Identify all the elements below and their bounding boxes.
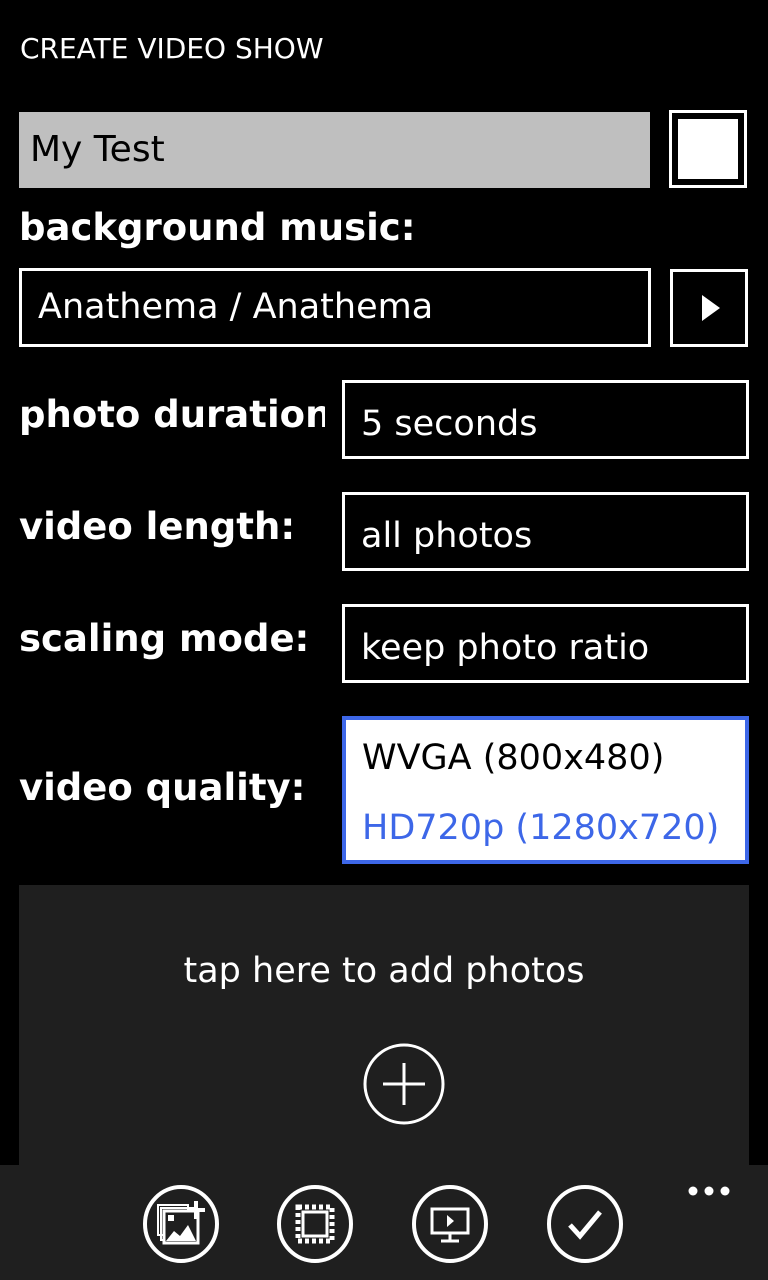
more-menu-button[interactable] (686, 1183, 736, 1197)
save-button[interactable] (546, 1185, 624, 1263)
app-bar (0, 1165, 768, 1280)
video-length-field[interactable]: all photos (342, 492, 749, 571)
preview-button[interactable] (411, 1185, 489, 1263)
scaling-mode-label: scaling mode: (19, 617, 310, 660)
frame-icon (277, 1185, 353, 1263)
check-icon (547, 1185, 623, 1263)
photo-duration-label: photo duration: (19, 393, 325, 436)
ellipsis-icon (688, 1186, 730, 1196)
background-music-label: background music: (19, 206, 416, 249)
preview-monitor-icon (412, 1185, 488, 1263)
add-circle-icon[interactable] (362, 1042, 446, 1126)
add-photos-button[interactable] (142, 1185, 220, 1263)
video-quality-label: video quality: (19, 766, 306, 809)
photo-duration-field[interactable]: 5 seconds (342, 380, 749, 459)
show-name-input[interactable]: My Test (19, 112, 650, 188)
frame-button[interactable] (276, 1185, 354, 1263)
play-icon (702, 295, 720, 321)
video-quality-list[interactable]: WVGA (800x480) HD720p (1280x720) (342, 716, 749, 864)
page-title: CREATE VIDEO SHOW (20, 32, 324, 65)
background-music-field[interactable]: Anathema / Anathema (19, 268, 651, 347)
quality-option-hd720p[interactable]: HD720p (1280x720) (362, 808, 719, 848)
add-photos-icon (143, 1185, 219, 1263)
show-name-checkbox[interactable] (669, 110, 747, 188)
quality-option-wvga[interactable]: WVGA (800x480) (362, 738, 664, 778)
checkbox-fill (678, 119, 738, 179)
add-photos-area[interactable]: tap here to add photos (19, 885, 749, 1185)
play-music-button[interactable] (670, 269, 748, 347)
scaling-mode-field[interactable]: keep photo ratio (342, 604, 749, 683)
video-length-label: video length: (19, 505, 296, 548)
add-photos-hint: tap here to add photos (183, 951, 585, 991)
